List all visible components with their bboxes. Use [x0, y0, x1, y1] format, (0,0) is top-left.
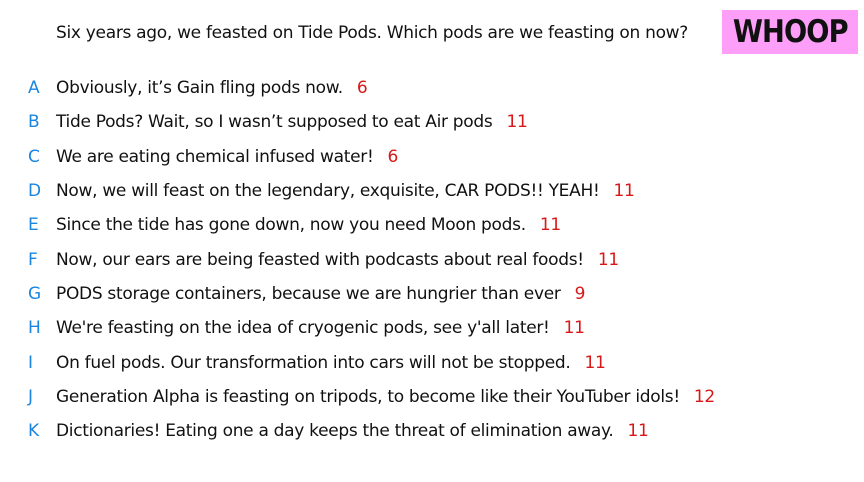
answer-text-wrap: We are eating chemical infused water! 6	[56, 147, 398, 167]
answer-text-wrap: Generation Alpha is feasting on tripods,…	[56, 387, 715, 407]
answer-score: 11	[506, 112, 528, 133]
answer-text: Dictionaries! Eating one a day keeps the…	[56, 421, 614, 442]
answer-score: 11	[539, 215, 561, 236]
whoop-badge: WHOOP	[722, 10, 858, 54]
answer-letter: C	[28, 146, 40, 167]
answer-score: 11	[563, 318, 585, 339]
answer-text-wrap: Since the tide has gone down, now you ne…	[56, 215, 561, 235]
answer-letter: D	[28, 181, 42, 202]
answer-text: Now, our ears are being feasted with pod…	[56, 249, 584, 270]
answer-text: Since the tide has gone down, now you ne…	[56, 215, 526, 236]
answer-letter: F	[28, 249, 38, 270]
whoop-badge-label: WHOOP	[732, 14, 849, 50]
answer-text-wrap: Tide Pods? Wait, so I wasn’t supposed to…	[56, 112, 528, 133]
answer-text: Generation Alpha is feasting on tripods,…	[56, 386, 680, 407]
answer-score: 12	[693, 386, 715, 407]
answer-score: 9	[574, 283, 586, 304]
answer-text-wrap: PODS storage containers, because we are …	[56, 284, 585, 304]
answer-score: 6	[387, 146, 399, 167]
answer-text-wrap: Now, our ears are being feasted with pod…	[56, 250, 619, 270]
answer-text: We are eating chemical infused water!	[56, 146, 374, 167]
answer-letter: G	[28, 283, 42, 304]
answer-text-wrap: On fuel pods. Our transformation into ca…	[56, 353, 606, 373]
answer-letter: I	[28, 352, 34, 373]
answer-text-wrap: We're feasting on the idea of cryogenic …	[56, 318, 585, 338]
answer-letter: E	[28, 215, 39, 236]
answer-letter: K	[28, 421, 40, 442]
answer-text: Tide Pods? Wait, so I wasn’t supposed to…	[56, 112, 493, 133]
answer-text: Obviously, it’s Gain fling pods now.	[56, 78, 343, 99]
answer-text: On fuel pods. Our transformation into ca…	[56, 352, 571, 373]
prompt-text: Six years ago, we feasted on Tide Pods. …	[56, 23, 689, 43]
answer-text: PODS storage containers, because we are …	[56, 283, 561, 304]
answer-letter: J	[28, 386, 34, 407]
answer-text-wrap: Dictionaries! Eating one a day keeps the…	[56, 421, 649, 441]
answer-text: Now, we will feast on the legendary, exq…	[56, 181, 600, 202]
answer-score: 6	[356, 78, 368, 99]
answer-score: 11	[597, 249, 619, 270]
answer-letter: B	[28, 112, 40, 133]
answer-letter: H	[28, 318, 41, 339]
answer-text-wrap: Now, we will feast on the legendary, exq…	[56, 181, 635, 201]
answer-score: 11	[584, 352, 606, 373]
answer-score: 11	[613, 181, 635, 202]
answer-text: We're feasting on the idea of cryogenic …	[56, 318, 550, 339]
answer-score: 11	[627, 421, 649, 442]
answer-letter: A	[28, 78, 40, 99]
answer-text-wrap: Obviously, it’s Gain fling pods now. 6	[56, 78, 368, 99]
